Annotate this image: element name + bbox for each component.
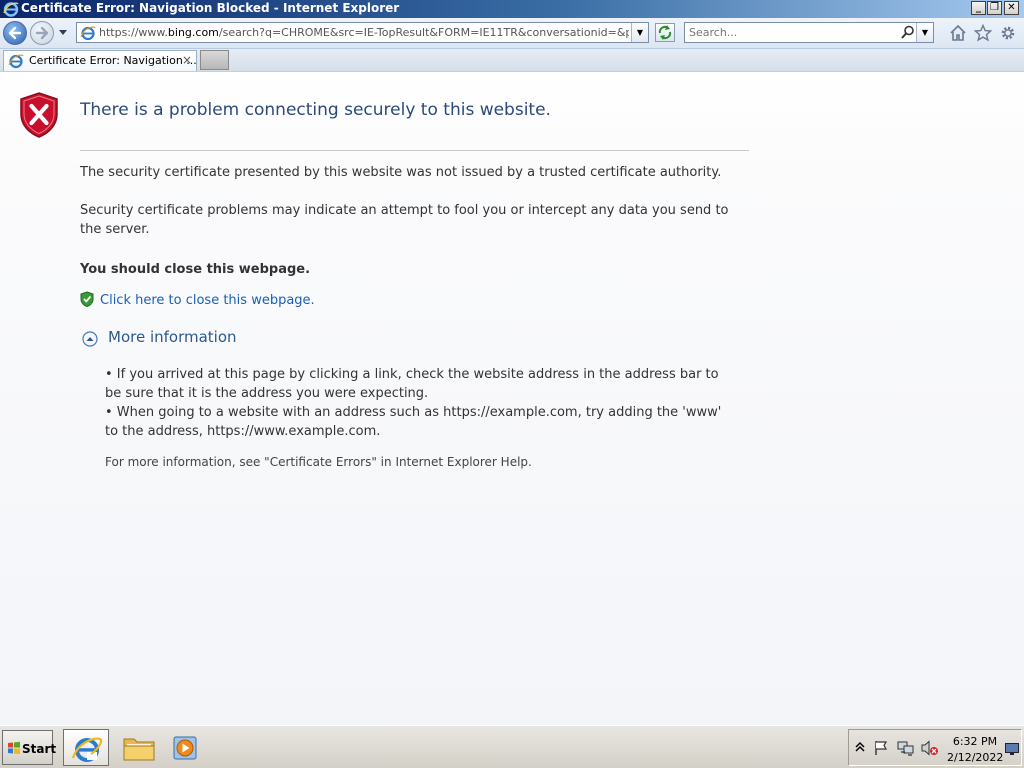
- page-content: There is a problem connecting securely t…: [0, 72, 1024, 725]
- tab-certificate-error[interactable]: Certificate Error: Navigation ... ×: [3, 50, 197, 71]
- address-prefix: https://www.: [99, 26, 168, 39]
- window-titlebar: Certificate Error: Navigation Blocked - …: [0, 0, 1024, 18]
- address-host: bing.com: [167, 26, 219, 39]
- info-bullet-add-www: • When going to a website with an addres…: [105, 405, 722, 439]
- search-icon[interactable]: [901, 25, 915, 39]
- navigation-bar: https://www.bing.com/search?q=CHROME&src…: [0, 18, 1024, 49]
- close-webpage-link[interactable]: Click here to close this webpage.: [100, 293, 315, 308]
- ie-page-icon: [80, 26, 96, 41]
- clock-time[interactable]: 6:32 PM: [952, 735, 998, 748]
- help-note: For more information, see "Certificate E…: [105, 455, 532, 469]
- more-information-toggle[interactable]: More information: [108, 328, 237, 346]
- action-center-flag-icon[interactable]: [873, 740, 889, 756]
- network-icon[interactable]: [897, 740, 915, 756]
- notification-area: 6:32 PM 2/12/2022: [848, 729, 1022, 766]
- compatibility-refresh-icon: [658, 25, 672, 40]
- collapse-chevron-up-icon[interactable]: [82, 331, 98, 347]
- taskbar: Start 6:32 PM 2/12/2022: [0, 725, 1024, 768]
- forward-arrow-icon: [35, 26, 49, 40]
- show-desktop-icon[interactable]: [1005, 743, 1019, 755]
- taskbar-windows-explorer[interactable]: [115, 729, 161, 766]
- media-player-icon: [173, 736, 197, 760]
- tab-ie-icon: [8, 54, 24, 69]
- clock-date[interactable]: 2/12/2022: [947, 751, 1003, 764]
- search-input[interactable]: [689, 24, 894, 41]
- taskbar-internet-explorer[interactable]: [63, 729, 109, 766]
- error-shield-icon: [20, 92, 58, 138]
- recent-pages-dropdown-icon[interactable]: [58, 27, 68, 37]
- tab-close-button[interactable]: ×: [182, 53, 192, 67]
- security-warning-description: Security certificate problems may indica…: [80, 203, 729, 237]
- folder-icon: [123, 738, 155, 761]
- show-hidden-icons-icon[interactable]: [855, 740, 865, 754]
- volume-muted-icon[interactable]: [921, 740, 939, 756]
- restore-button[interactable]: ❐: [987, 1, 1002, 15]
- internet-explorer-icon: [71, 737, 103, 762]
- search-provider-dropdown[interactable]: ▼: [916, 23, 933, 42]
- home-icon[interactable]: [949, 24, 967, 42]
- taskbar-media-player[interactable]: [164, 729, 210, 766]
- forward-button[interactable]: [30, 21, 54, 45]
- tab-strip: Certificate Error: Navigation ... ×: [0, 49, 1024, 72]
- recommendation-text: You should close this webpage.: [80, 262, 311, 277]
- address-input[interactable]: https://www.bing.com/search?q=CHROME&src…: [99, 23, 629, 42]
- address-path: /search?q=CHROME&src=IE-TopResult&FORM=I…: [218, 26, 629, 39]
- certificate-error-description: The security certificate presented by th…: [80, 165, 722, 180]
- refresh-button[interactable]: [655, 23, 675, 42]
- start-button[interactable]: Start: [2, 730, 57, 765]
- windows-flag-icon: [8, 741, 20, 755]
- new-tab-button[interactable]: [200, 50, 229, 70]
- start-label: Start: [22, 742, 57, 756]
- page-title: There is a problem connecting securely t…: [80, 100, 551, 120]
- address-dropdown-button[interactable]: ▼: [631, 23, 648, 42]
- favorites-star-icon[interactable]: [974, 24, 992, 42]
- back-arrow-icon: [8, 26, 22, 40]
- back-button[interactable]: [3, 21, 27, 45]
- settings-gear-icon[interactable]: [999, 24, 1017, 42]
- tab-label: Certificate Error: Navigation ...: [29, 54, 197, 67]
- divider: [80, 150, 749, 151]
- address-bar[interactable]: https://www.bing.com/search?q=CHROME&src…: [76, 22, 649, 43]
- green-shield-check-icon: [80, 291, 94, 307]
- window-title: Certificate Error: Navigation Blocked - …: [21, 1, 400, 15]
- info-bullet-check-address: • If you arrived at this page by clickin…: [105, 367, 719, 401]
- close-window-button[interactable]: ✕: [1004, 1, 1019, 15]
- minimize-button[interactable]: _: [971, 1, 986, 15]
- search-box[interactable]: ▼: [684, 22, 934, 43]
- ie-logo-icon: [3, 2, 19, 17]
